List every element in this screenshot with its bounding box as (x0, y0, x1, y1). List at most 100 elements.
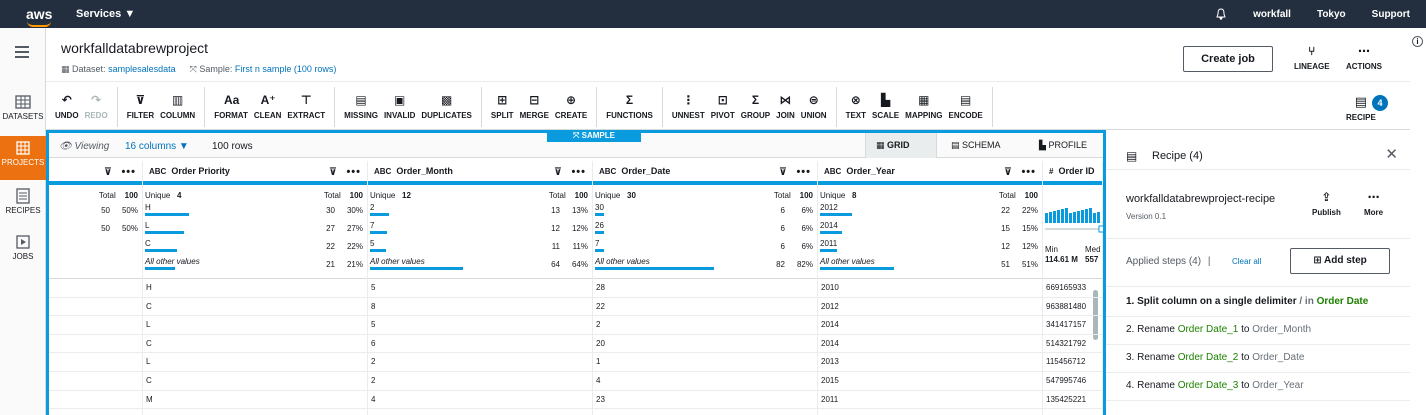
table-cell[interactable]: 4 (368, 391, 592, 410)
column-button[interactable]: ▥ COLUMN (160, 87, 195, 127)
text-button[interactable]: ⊗ TEXT (846, 87, 866, 127)
recipe-step-4[interactable]: 4. Rename Order Date_3 to Order_Year (1126, 380, 1304, 391)
invalid-button[interactable]: ▣ INVALID (384, 87, 415, 127)
table-cell[interactable]: L (143, 353, 367, 372)
split-button[interactable]: ⊞ SPLIT (491, 87, 514, 127)
format-button[interactable]: Aa FORMAT (214, 87, 248, 127)
value-distribution-row[interactable]: 50 50% (51, 221, 138, 239)
table-cell[interactable]: 5 (368, 279, 592, 298)
clean-button[interactable]: A⁺ CLEAN (254, 87, 282, 127)
table-cell[interactable]: 669165933 (1043, 279, 1102, 298)
user-menu[interactable]: workfall (1253, 9, 1291, 20)
value-distribution-row[interactable]: C 22 22% (145, 239, 363, 257)
support-menu[interactable]: Support (1372, 9, 1410, 20)
column-header[interactable]: # Order ID (1043, 161, 1102, 185)
group-button[interactable]: Σ GROUP (741, 87, 770, 127)
table-cell[interactable]: H (143, 279, 367, 298)
table-cell[interactable]: L (143, 316, 367, 335)
table-cell[interactable] (49, 353, 142, 372)
table-cell[interactable]: C (143, 335, 367, 354)
column-header[interactable]: ABC Order Priority ⊽ ••• (143, 161, 367, 185)
nav-datasets[interactable]: DATASETS (0, 90, 46, 134)
value-distribution-row[interactable]: All other values 21 21% (145, 257, 363, 275)
filter-icon[interactable]: ⊽ (329, 167, 337, 178)
column-menu-icon[interactable]: ••• (121, 166, 136, 178)
actions-button[interactable]: ⋯ ACTIONS (1346, 44, 1382, 71)
value-distribution-row[interactable]: 7 6 6% (595, 239, 813, 257)
clear-all-link[interactable]: Clear all (1232, 257, 1261, 266)
table-cell[interactable]: 2013 (818, 353, 1042, 372)
value-distribution-row[interactable]: All other values 51 51% (820, 257, 1038, 275)
filter-button[interactable]: ⊽ FILTER (127, 87, 154, 127)
nav-jobs[interactable]: JOBS (0, 230, 46, 274)
table-cell[interactable]: 4 (593, 372, 817, 391)
table-cell[interactable]: 2014 (818, 316, 1042, 335)
table-cell[interactable] (49, 391, 142, 410)
recipe-step-3[interactable]: 3. Rename Order Date_2 to Order_Date (1126, 352, 1304, 363)
create-button[interactable]: ⊕ CREATE (555, 87, 587, 127)
column-header[interactable]: ABC Order_Month ⊽ ••• (368, 161, 592, 185)
create-job-button[interactable]: Create job (1183, 46, 1273, 72)
dataset-link[interactable]: samplesalesdata (108, 64, 176, 74)
extract-button[interactable]: ⊤ EXTRACT (287, 87, 325, 127)
tab-profile[interactable]: ▙ PROFILE (1029, 133, 1103, 158)
join-button[interactable]: ⋈ JOIN (776, 87, 795, 127)
services-menu[interactable]: Services ▼ (76, 8, 135, 20)
value-distribution-row[interactable]: 5 11 11% (370, 239, 588, 257)
table-cell[interactable]: 2 (368, 353, 592, 372)
value-distribution-row[interactable]: All other values 64 64% (370, 257, 588, 275)
table-cell[interactable] (49, 409, 142, 415)
recipe-step-2[interactable]: 2. Rename Order Date_1 to Order_Month (1126, 324, 1311, 335)
scale-button[interactable]: ▙ SCALE (872, 87, 899, 127)
filter-icon[interactable]: ⊽ (554, 167, 562, 178)
table-cell[interactable]: 8 (368, 298, 592, 317)
functions-button[interactable]: Σ FUNCTIONS (606, 87, 653, 127)
unnest-button[interactable]: ⋮ UNNEST (672, 87, 705, 127)
table-cell[interactable]: 2 (368, 372, 592, 391)
table-cell[interactable]: 514321792 (1043, 335, 1102, 354)
recipe-more-button[interactable]: ⋯ More (1364, 190, 1383, 217)
redo-button[interactable]: ↷ REDO (85, 87, 108, 127)
table-cell[interactable]: 23 (593, 391, 817, 410)
table-cell[interactable]: 2012 (818, 298, 1042, 317)
value-distribution-row[interactable]: 2011 12 12% (820, 239, 1038, 257)
table-cell[interactable] (49, 298, 142, 317)
value-distribution-row[interactable]: 2012 22 22% (820, 203, 1038, 221)
value-distribution-row[interactable]: All other values 82 82% (595, 257, 813, 275)
table-cell[interactable]: 1 (593, 353, 817, 372)
column-menu-icon[interactable]: ••• (796, 166, 811, 178)
table-cell[interactable]: 6 (368, 335, 592, 354)
table-cell[interactable]: 5 (368, 316, 592, 335)
table-cell[interactable]: 547995746 (1043, 372, 1102, 391)
add-step-button[interactable]: ⊞ Add step (1290, 248, 1390, 274)
hamburger-menu-icon[interactable] (15, 46, 29, 61)
duplicates-button[interactable]: ▩ DUPLICATES (421, 87, 472, 127)
table-cell[interactable]: M (143, 391, 367, 410)
table-cell[interactable]: C (143, 372, 367, 391)
info-icon[interactable]: i (1412, 36, 1423, 47)
table-cell[interactable]: 341417157 (1043, 316, 1102, 335)
table-cell[interactable]: 2010 (818, 279, 1042, 298)
value-distribution-row[interactable]: 30 6 6% (595, 203, 813, 221)
missing-button[interactable]: ▤ MISSING (344, 87, 378, 127)
nav-recipes[interactable]: RECIPES (0, 184, 46, 228)
column-menu-icon[interactable]: ••• (571, 166, 586, 178)
column-menu-icon[interactable]: ••• (346, 166, 361, 178)
filter-icon[interactable]: ⊽ (1004, 167, 1012, 178)
table-cell[interactable]: 20 (593, 335, 817, 354)
recipe-toggle-button[interactable]: ▤ RECIPE 4 (1346, 91, 1388, 122)
table-cell[interactable]: 135425221 (1043, 391, 1102, 410)
value-distribution-row[interactable]: 50 50% (51, 203, 138, 221)
table-cell[interactable]: 2 (593, 316, 817, 335)
union-button[interactable]: ⊜ UNION (801, 87, 827, 127)
table-cell[interactable]: C (143, 298, 367, 317)
notifications-bell-icon[interactable] (1215, 8, 1227, 20)
undo-button[interactable]: ↶ UNDO (55, 87, 79, 127)
table-cell[interactable]: 2014 (818, 335, 1042, 354)
columns-dropdown[interactable]: 16 columns ▼ (125, 141, 189, 152)
pivot-button[interactable]: ⊡ PIVOT (711, 87, 735, 127)
merge-button[interactable]: ⊟ MERGE (520, 87, 549, 127)
value-distribution-row[interactable]: 26 6 6% (595, 221, 813, 239)
value-distribution-row[interactable]: 2 13 13% (370, 203, 588, 221)
table-cell[interactable]: 22 (593, 298, 817, 317)
